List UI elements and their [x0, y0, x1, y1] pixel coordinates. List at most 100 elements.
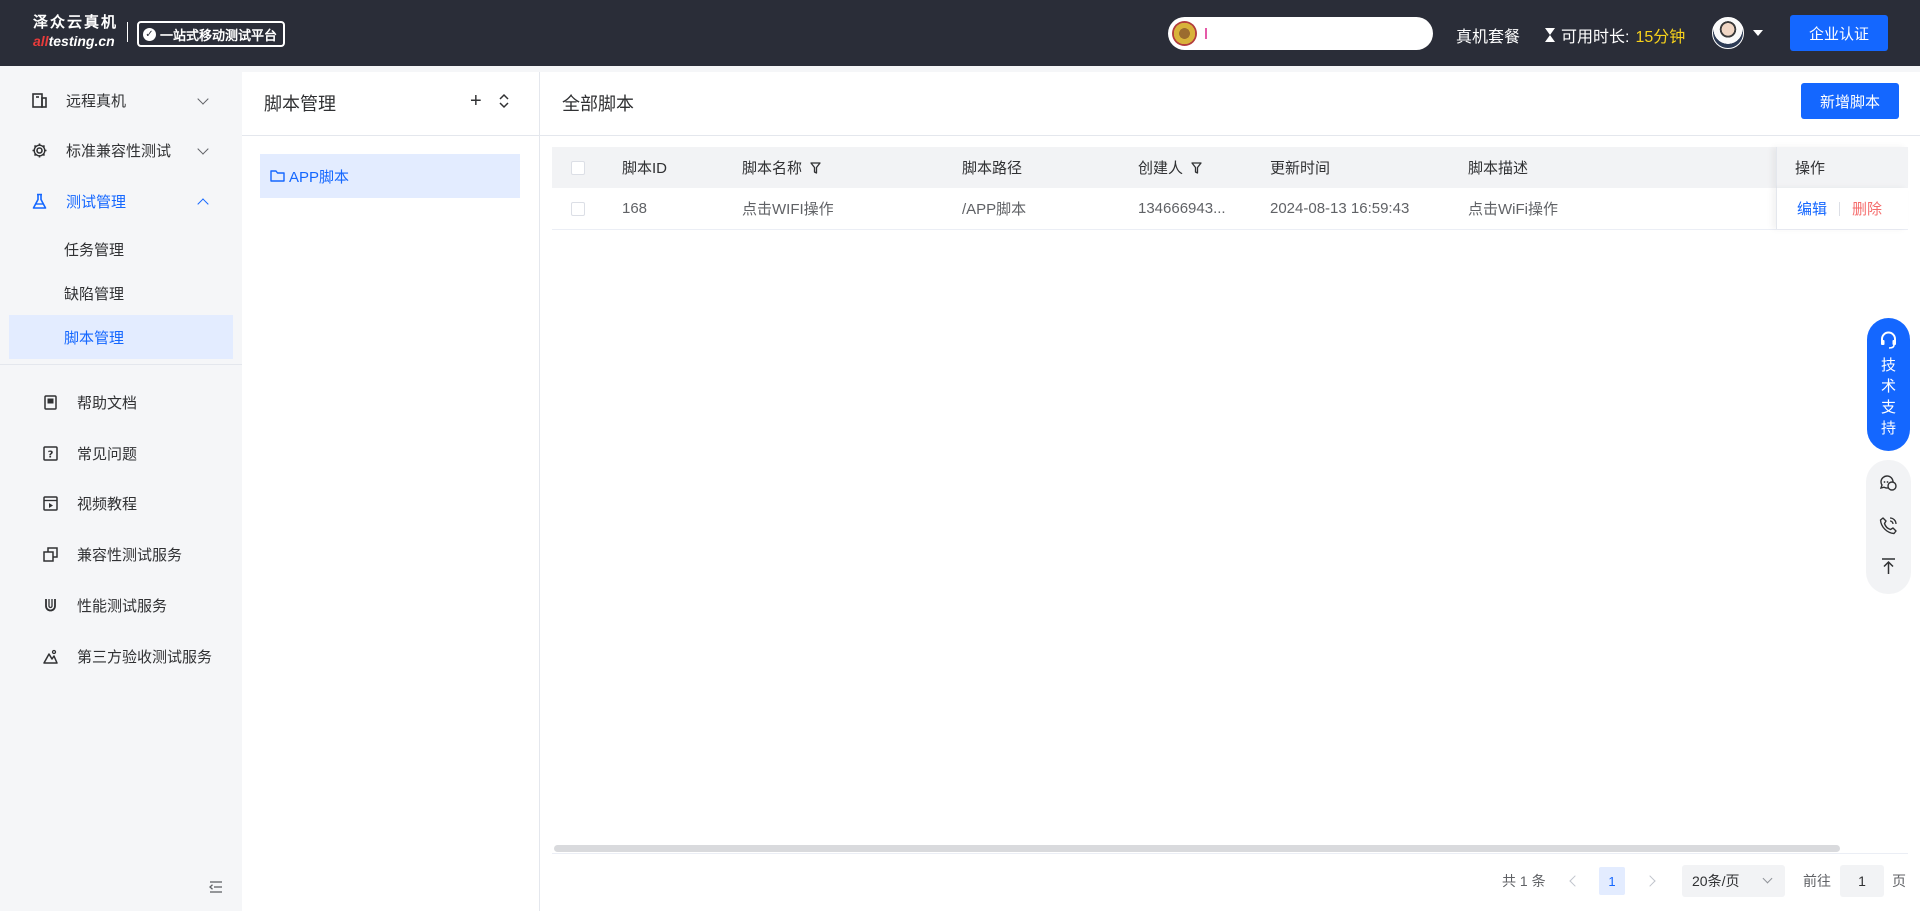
package-link[interactable]: 真机套餐: [1456, 23, 1520, 47]
user-avatar[interactable]: [1712, 17, 1744, 49]
column-header-creator[interactable]: 创建人: [1138, 147, 1202, 188]
logo-domain: alltesting.cn: [33, 33, 115, 49]
cell-name: 点击WIFI操作: [742, 201, 834, 218]
text-cursor: [1205, 28, 1207, 39]
headset-icon: [1881, 331, 1896, 349]
collapse-menu-icon[interactable]: [209, 881, 223, 893]
video-tutorial-link[interactable]: 视频教程: [0, 480, 242, 526]
help-label: 常见问题: [77, 445, 138, 463]
table-row[interactable]: 168 点击WIFI操作 /APP脚本 134666943... 2024-08…: [552, 188, 1908, 230]
add-script-button[interactable]: 新增脚本: [1801, 83, 1899, 119]
slogan-badge: ✓ 一站式移动测试平台: [137, 21, 286, 47]
filter-icon[interactable]: [1191, 161, 1202, 174]
nav-compat-test[interactable]: 标准兼容性测试: [0, 128, 242, 172]
cell-path: /APP脚本: [962, 201, 1027, 218]
pagination-prev[interactable]: [1569, 865, 1581, 897]
third-party-service-link[interactable]: 第三方验收测试服务: [0, 633, 242, 679]
tech-support-button[interactable]: 技 术 支 持: [1867, 318, 1910, 451]
logo-divider: [127, 22, 128, 42]
search-box[interactable]: [1168, 17, 1433, 50]
tree-node-label: APP脚本: [289, 168, 350, 186]
subnav-script-management[interactable]: 脚本管理: [9, 315, 233, 359]
panel-title: 脚本管理: [264, 94, 336, 114]
subnav-task-management[interactable]: 任务管理: [9, 227, 233, 271]
add-folder-icon[interactable]: +: [470, 91, 482, 111]
select-all-checkbox[interactable]: [571, 160, 585, 175]
available-time: 可用时长: 15分钟: [1545, 23, 1685, 47]
column-header-ops-cell: 操作: [1776, 147, 1908, 188]
column-header-updated[interactable]: 更新时间: [1270, 147, 1330, 188]
nav-label: 标准兼容性测试: [66, 142, 172, 160]
expand-collapse-icon[interactable]: [498, 92, 510, 110]
enterprise-auth-button[interactable]: 企业认证: [1790, 15, 1888, 51]
row-checkbox[interactable]: [571, 201, 585, 216]
page-size-select[interactable]: 20条/页: [1682, 865, 1785, 897]
column-header-path[interactable]: 脚本路径: [962, 147, 1022, 188]
flask-icon: [32, 193, 47, 209]
nav-label: 测试管理: [66, 193, 127, 211]
video-icon: [43, 495, 58, 511]
page-suffix: 页: [1892, 873, 1906, 889]
column-label: 创建人: [1138, 160, 1184, 177]
time-value: 15分钟: [1635, 29, 1686, 46]
goto-page-input[interactable]: [1840, 865, 1884, 897]
nav-label: 远程真机: [66, 92, 127, 110]
compat-service-link[interactable]: 兼容性测试服务: [0, 531, 242, 577]
script-tree-panel: 脚本管理 + APP脚本: [242, 72, 539, 911]
edit-link[interactable]: 编辑: [1797, 198, 1827, 219]
slogan-text: 一站式移动测试平台: [160, 27, 278, 43]
perf-service-link[interactable]: 性能测试服务: [0, 582, 242, 628]
faq-link[interactable]: ? 常见问题: [0, 430, 242, 476]
column-label: 脚本名称: [742, 160, 803, 177]
tech-support-label: 技 术 支 持: [1880, 357, 1896, 437]
cell-creator: 134666943...: [1138, 200, 1226, 217]
help-label: 兼容性测试服务: [77, 546, 183, 564]
chevron-right-icon: [1644, 875, 1656, 887]
goto-label: 前往: [1803, 873, 1831, 889]
gear-icon: [32, 143, 47, 157]
page-size-value: 20条/页: [1692, 873, 1740, 889]
logo[interactable]: 泽众云真机 alltesting.cn: [33, 14, 118, 50]
sidebar: 远程真机 标准兼容性测试 测试管理 任务管理 缺陷管理 脚本管理 帮助文档 ? …: [0, 66, 242, 911]
pagination-total: 共 1 条: [1502, 873, 1546, 889]
horizontal-scrollbar[interactable]: [554, 845, 1840, 852]
filter-icon[interactable]: [810, 161, 821, 174]
cell-id: 168: [622, 200, 648, 217]
folder-icon: [270, 170, 285, 182]
column-header-desc[interactable]: 脚本描述: [1468, 147, 1528, 188]
pagination-next[interactable]: [1644, 865, 1656, 897]
delete-link[interactable]: 删除: [1852, 198, 1882, 219]
cell-updated: 2024-08-13 16:59:43: [1270, 200, 1410, 217]
column-header-ops: 操作: [1795, 160, 1826, 177]
copy-icon: [43, 546, 58, 562]
magnet-icon: [45, 598, 56, 611]
hourglass-icon: [1545, 28, 1555, 42]
help-docs-link[interactable]: 帮助文档: [0, 379, 242, 425]
help-label: 帮助文档: [77, 394, 138, 412]
select-all-cell: [571, 147, 585, 188]
goto-wrap: [1840, 865, 1884, 897]
emblem-icon: [1172, 21, 1197, 46]
help-label: 第三方验收测试服务: [77, 648, 213, 666]
caret-down-icon[interactable]: [1753, 30, 1763, 36]
floating-toolbar: [1866, 460, 1911, 594]
chat-icon[interactable]: [1879, 474, 1898, 493]
back-to-top-icon[interactable]: [1879, 557, 1898, 576]
subnav-defect-management[interactable]: 缺陷管理: [9, 271, 233, 315]
page-number[interactable]: 1: [1599, 867, 1625, 895]
nav-test-management[interactable]: 测试管理: [0, 179, 242, 223]
mountain-icon: [43, 649, 58, 664]
row-select-cell: [571, 188, 585, 229]
column-header-name[interactable]: 脚本名称: [742, 147, 821, 188]
column-header-id[interactable]: 脚本ID: [622, 147, 667, 188]
page-size-select-wrap: 20条/页: [1682, 865, 1785, 897]
help-label: 性能测试服务: [77, 597, 168, 615]
sidebar-divider: [0, 364, 242, 365]
top-header: 泽众云真机 alltesting.cn ✓ 一站式移动测试平台 真机套餐 可用时…: [0, 0, 1920, 66]
tree-node-app-script[interactable]: APP脚本: [260, 154, 520, 198]
phone-icon[interactable]: [1879, 516, 1898, 535]
nav-remote-device[interactable]: 远程真机: [0, 78, 242, 122]
panel-divider: [242, 135, 539, 136]
help-label: 视频教程: [77, 495, 138, 513]
main-content: 全部脚本 新增脚本 脚本ID 脚本名称 脚本路径 创建人 更新时间 脚本描述 操…: [540, 72, 1920, 911]
